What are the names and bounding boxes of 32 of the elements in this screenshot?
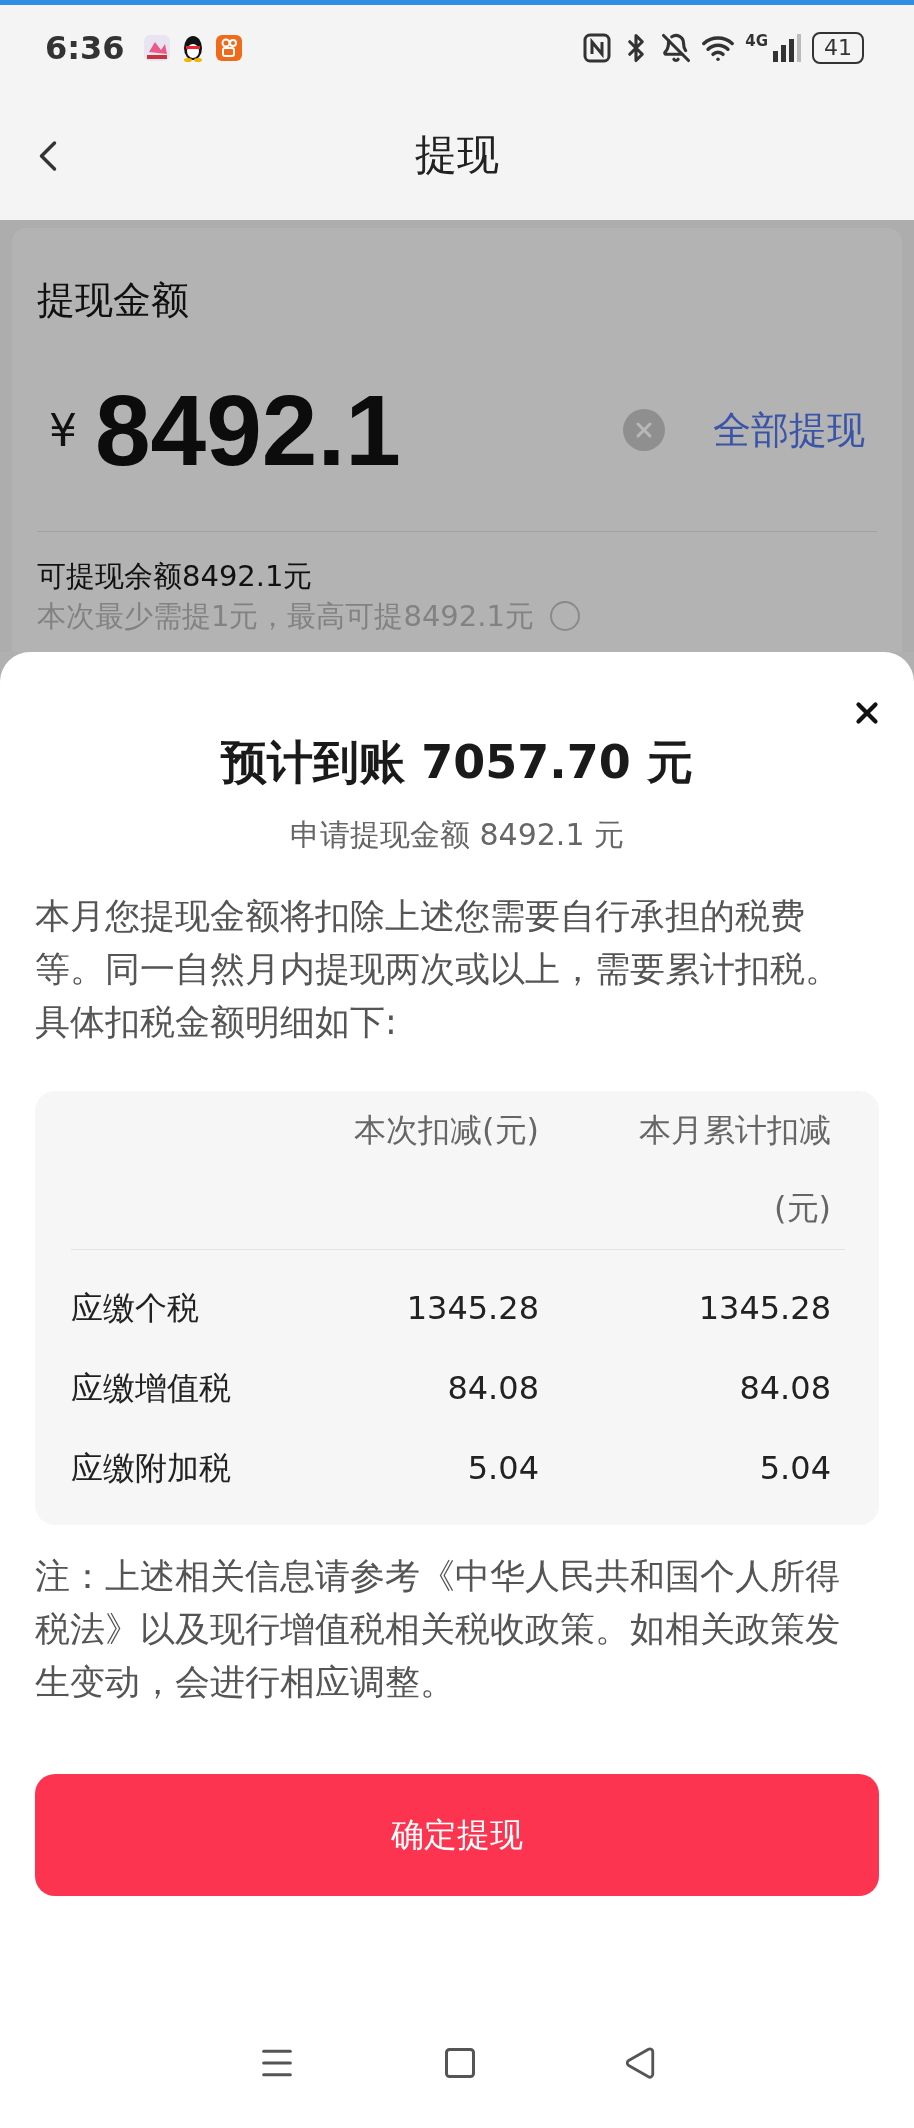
tax-label: 应缴增值税 [71,1368,232,1409]
square-icon [442,2045,478,2081]
signal-icon [772,32,802,63]
table-cell-text: 1345.28 [698,1288,831,1329]
withdraw-all-link[interactable]: 全部提现 [713,404,865,456]
table-cell-text: 5.04 [467,1448,539,1489]
confirm-button[interactable]: 确定提现 [35,1774,879,1896]
page-title: 提现 [415,129,499,181]
description-text: 本月您提现金额将扣除上述您需要自行承担的税费等。同一自然月内提现两次或以上，需要累计扣税。具体扣税金额明细如下: [35,895,841,1044]
requested-amount: 申请提现金额 8492.1 元 [288,816,625,854]
balance-text: 可提现余额8492.1元 [37,558,314,595]
video-app-icon [214,33,243,62]
table-cell-text: 84.08 [447,1368,539,1409]
note-text: 注：上述相关信息请参考《中华人民共和国个人所得税法》以及现行增值税相关税收政策。如相关政策发生变动，会进行相应调整。 [35,1555,841,1704]
column-header: 本次扣减(元) [353,1110,539,1151]
table-cell-text: 5.04 [759,1448,831,1489]
network-type: 4G [745,31,768,50]
tax-label: 应缴附加税 [71,1448,232,1489]
status-time: 6:36 [45,28,125,67]
amount-value: 8492.1 [95,372,402,488]
battery-level: 41 [812,31,864,64]
home-button[interactable] [442,2045,478,2081]
sheet-title: 预计到账 7057.70 元 [219,734,694,791]
gallery-app-icon [142,33,171,62]
table-cell-text: 1345.28 [406,1288,539,1329]
bell-off-icon [661,32,692,63]
column-header: 本月累计扣减(元) [638,1110,831,1229]
tax-label: 应缴个税 [71,1288,200,1329]
currency-symbol: ¥ [49,404,77,456]
table-cell-text: 84.08 [739,1368,831,1409]
nfc-icon [583,32,612,63]
amount-label: 提现金额 [37,277,190,324]
